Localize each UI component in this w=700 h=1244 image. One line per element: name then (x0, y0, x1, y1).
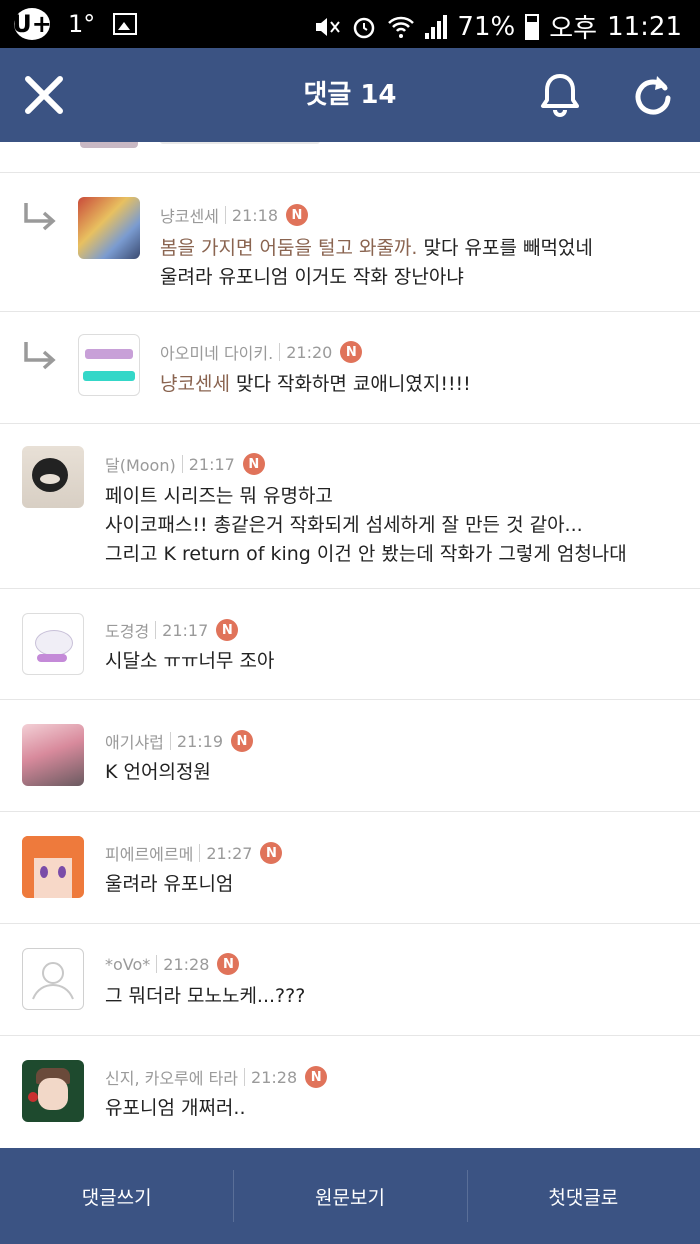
new-badge: N (340, 341, 363, 363)
avatar[interactable] (78, 197, 140, 259)
partial-comment (0, 142, 700, 173)
battery-icon (525, 13, 540, 40)
bell-icon[interactable] (538, 70, 582, 118)
comment-time: 21:17 (162, 620, 209, 640)
new-badge: N (305, 1066, 328, 1088)
header-bar: 댓글 14 (0, 48, 700, 142)
author-name[interactable]: 애기샤럽 (105, 729, 164, 753)
mention-text: 봄을 가지면 어둠을 털고 와줄까. (160, 237, 418, 259)
comment-time: 21:18 (231, 205, 278, 225)
comment-item[interactable]: 달(Moon) 21:17 N 페이트 시리즈는 뭐 유명하고 사이코패스!! … (0, 424, 700, 589)
avatar[interactable] (22, 446, 84, 508)
comment-item[interactable]: 도경경 21:17 N 시달소 ㅠㅠ너무 조아 (0, 589, 700, 700)
new-badge: N (286, 204, 308, 226)
battery-percent: 71% (457, 11, 516, 42)
author-name[interactable]: 도경경 (105, 618, 149, 642)
new-badge: N (217, 953, 240, 975)
first-comment-button[interactable]: 첫댓글로 (466, 1148, 700, 1244)
avatar[interactable] (78, 334, 140, 396)
status-bar: U+ 1° 71% 오후 11:21 (0, 0, 700, 48)
refresh-icon[interactable] (630, 70, 676, 118)
comment-time: 21:19 (176, 731, 223, 751)
avatar[interactable] (22, 1060, 84, 1122)
bottom-action-bar: 댓글쓰기 원문보기 첫댓글로 (0, 1148, 700, 1244)
view-original-button[interactable]: 원문보기 (233, 1148, 466, 1244)
carrier-logo-icon: U+ (12, 8, 52, 40)
avatar[interactable] (22, 613, 84, 675)
comment-time: 21:20 (286, 342, 333, 362)
avatar[interactable] (22, 724, 84, 786)
gallery-notification-icon (113, 13, 138, 35)
page-title: 댓글 14 (303, 80, 397, 110)
new-badge: N (242, 453, 265, 475)
new-badge: N (216, 619, 239, 641)
temperature: 1° (68, 10, 96, 38)
reply-arrow-icon (24, 342, 56, 370)
comment-time: 21:28 (163, 954, 210, 974)
comment-item[interactable]: 아오미네 다이키. 21:20 N 냥코센세 맞다 작화하면 쿄애니였지!!!! (0, 312, 700, 424)
avatar[interactable] (22, 948, 84, 1010)
mention-text: 냥코센세 (160, 373, 230, 395)
mute-icon (316, 17, 341, 36)
avatar[interactable] (22, 836, 84, 898)
signal-icon (425, 14, 448, 39)
truncated-text (160, 142, 320, 144)
comment-time: 21:27 (206, 843, 253, 863)
author-name[interactable]: 냥코센세 (160, 203, 219, 227)
default-profile-icon (32, 962, 74, 1000)
comment-text: K 언어의정원 (105, 761, 211, 783)
author-name[interactable]: 피에르에르메 (105, 841, 193, 865)
comment-time: 21:28 (251, 1067, 298, 1087)
comment-text: 봄을 가지면 어둠을 털고 와줄까. 맞다 유포를 빼먹었네 울려라 유포니엄 … (160, 237, 593, 288)
author-name[interactable]: *oVo* (105, 955, 150, 974)
author-name[interactable]: 신지, 카오루에 타라 (105, 1065, 238, 1089)
clock: 11:21 (607, 11, 682, 42)
reply-arrow-icon (24, 203, 56, 231)
author-name[interactable]: 달(Moon) (105, 452, 176, 476)
comment-text: 울려라 유포니엄 (105, 873, 234, 895)
write-comment-button[interactable]: 댓글쓰기 (0, 1148, 233, 1244)
comment-text: 유포니엄 개쩌러.. (105, 1097, 246, 1119)
comment-item[interactable]: 애기샤럽 21:19 N K 언어의정원 (0, 700, 700, 812)
comment-text: 시달소 ㅠㅠ너무 조아 (105, 650, 275, 672)
ampm: 오후 (549, 14, 598, 44)
author-name[interactable]: 아오미네 다이키. (160, 340, 273, 364)
comment-text: 그 뭐더라 모노노케...??? (105, 985, 306, 1007)
avatar (80, 142, 138, 148)
comment-item[interactable]: 신지, 카오루에 타라 21:28 N 유포니엄 개쩌러.. (0, 1036, 700, 1148)
new-badge: N (231, 730, 253, 752)
comment-text: 페이트 시리즈는 뭐 유명하고 사이코패스!! 총같은거 작화되게 섬세하게 잘… (105, 485, 627, 565)
new-badge: N (260, 842, 283, 864)
comment-list[interactable]: 냥코센세 21:18 N 봄을 가지면 어둠을 털고 와줄까. 맞다 유포를 빼… (0, 142, 700, 1148)
comment-item[interactable]: *oVo* 21:28 N 그 뭐더라 모노노케...??? (0, 924, 700, 1036)
comment-item[interactable]: 피에르에르메 21:27 N 울려라 유포니엄 (0, 812, 700, 924)
wifi-icon (388, 16, 415, 38)
comment-time: 21:17 (188, 454, 235, 474)
comment-item[interactable]: 냥코센세 21:18 N 봄을 가지면 어둠을 털고 와줄까. 맞다 유포를 빼… (0, 173, 700, 312)
alarm-icon (354, 17, 375, 38)
comment-text: 냥코센세 맞다 작화하면 쿄애니였지!!!! (160, 373, 471, 395)
